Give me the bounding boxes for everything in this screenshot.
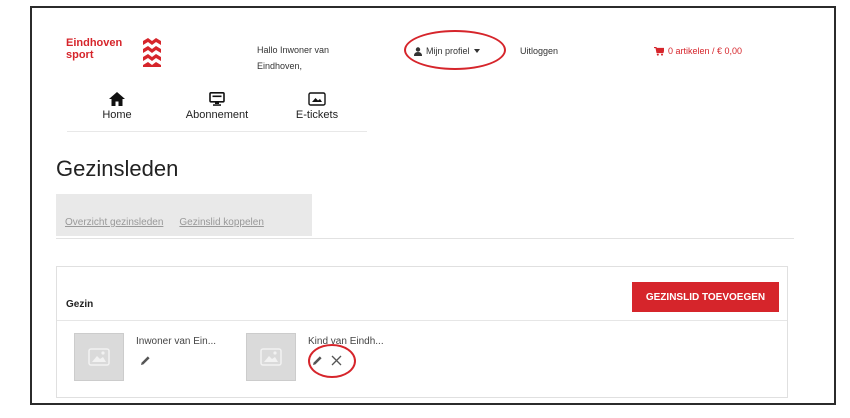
greeting-text: Hallo Inwoner van Eindhoven, [257,45,330,71]
main-nav: Home Abonnement E-tickets [67,92,367,132]
nav-item-home[interactable]: Home [67,92,167,131]
edit-pencil-icon[interactable] [140,355,151,366]
panel-title: Gezin [66,299,94,310]
member-avatar [246,333,296,381]
member-name: Inwoner van Ein... [136,336,217,347]
close-icon[interactable] [331,355,342,366]
nav-label: Home [102,109,132,121]
nav-item-e-tickets[interactable]: E-tickets [267,92,367,131]
divider [57,320,787,321]
subtab-bar: Overzicht gezinsleden Gezinslid koppelen [56,194,312,236]
user-icon [414,46,422,56]
profile-label: Mijn profiel [426,46,470,56]
member-avatar [74,333,124,381]
home-icon [109,92,125,106]
profile-menu-button[interactable]: Mijn profiel [414,46,480,56]
family-panel: Gezin GEZINSLID TOEVOEGEN Inwoner van Ei… [56,266,788,398]
nav-label: E-tickets [295,109,339,121]
brand-name: Eindhoven sport [66,37,123,61]
cart-summary: 0 artikelen / € 0,00 [668,46,743,56]
nav-item-abonnement[interactable]: Abonnement [167,92,267,131]
add-family-member-button[interactable]: GEZINSLID TOEVOEGEN [632,282,779,312]
tab-overzicht-gezinsleden[interactable]: Overzicht gezinsleden [65,217,163,228]
photo-placeholder-icon [260,348,282,366]
member-actions [140,355,151,366]
nav-label: Abonnement [185,109,249,121]
brand-logo[interactable]: Eindhoven sport [66,37,166,77]
eindhoven-logo-icon [143,38,161,67]
monitor-icon [209,92,225,106]
app-frame: Eindhoven sport Hallo Inwoner van Eindho… [30,6,836,405]
tab-gezinslid-koppelen[interactable]: Gezinslid koppelen [179,217,264,228]
image-icon [308,92,326,106]
caret-down-icon [473,49,480,53]
page-title: Gezinsleden [56,156,179,181]
divider [56,238,794,239]
cart-link[interactable]: 0 artikelen / € 0,00 [654,46,742,56]
logout-link[interactable]: Uitloggen [520,46,558,56]
member-name: Kind van Eindh... [308,336,384,347]
member-actions [312,355,342,366]
shopping-cart-icon [654,46,664,56]
photo-placeholder-icon [88,348,110,366]
edit-pencil-icon[interactable] [312,355,323,366]
